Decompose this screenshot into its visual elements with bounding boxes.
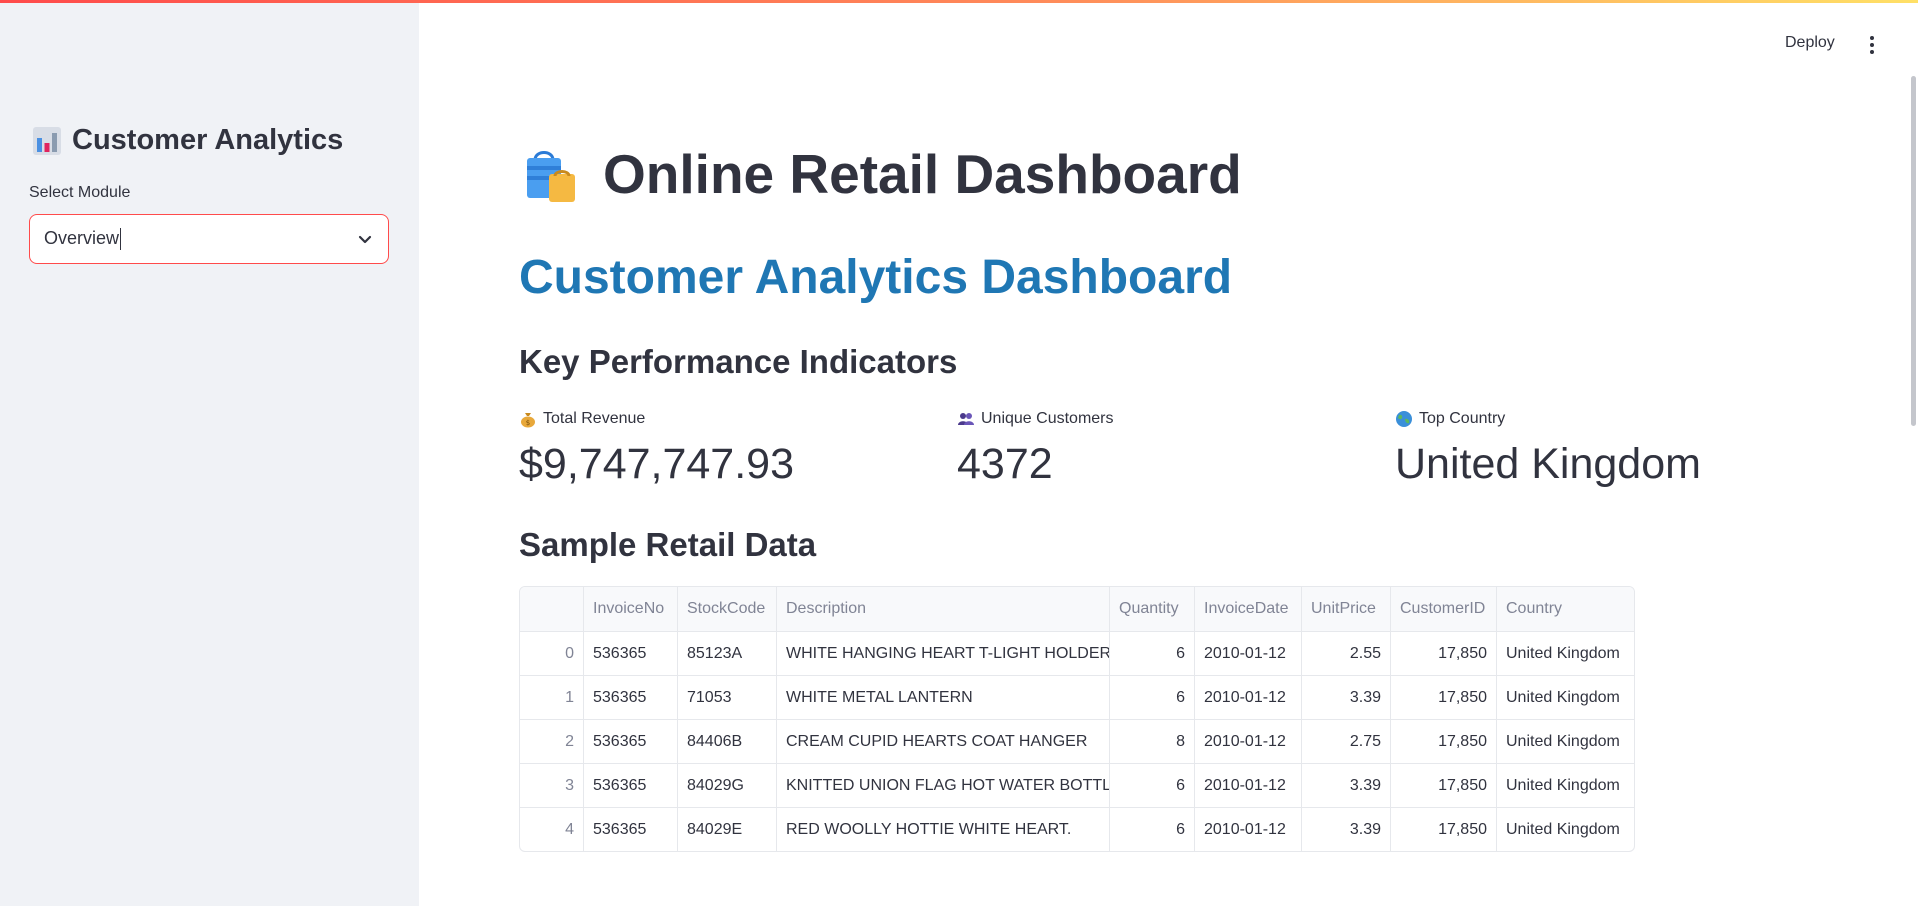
table-cell[interactable]: 3.39: [1301, 676, 1390, 719]
table-cell[interactable]: 8: [1109, 720, 1194, 763]
table-cell[interactable]: WHITE HANGING HEART T-LIGHT HOLDER: [776, 632, 1109, 675]
column-header[interactable]: CustomerID: [1390, 587, 1496, 631]
table-cell[interactable]: United Kingdom: [1496, 632, 1634, 675]
svg-text:$: $: [526, 419, 530, 427]
table-header-row: InvoiceNo StockCode Description Quantity…: [520, 587, 1634, 631]
row-index: 1: [565, 688, 574, 706]
column-header[interactable]: UnitPrice: [1301, 587, 1390, 631]
table-cell[interactable]: 536365: [583, 720, 677, 763]
kpi-heading: Key Performance Indicators: [519, 343, 958, 380]
metric-label: Top Country: [1395, 408, 1701, 430]
sidebar: Customer Analytics Select Module Overvie…: [0, 0, 419, 906]
table-cell[interactable]: KNITTED UNION FLAG HOT WATER BOTTLE: [776, 764, 1109, 807]
row-index: 3: [565, 776, 574, 794]
table-cell[interactable]: 536365: [583, 676, 677, 719]
table-cell[interactable]: CREAM CUPID HEARTS COAT HANGER: [776, 720, 1109, 763]
page-title: Online Retail Dashboard: [519, 142, 1242, 206]
module-select[interactable]: Overview: [29, 214, 389, 264]
metric-total-revenue: $ Total Revenue $9,747,747.93: [519, 408, 794, 489]
table-cell[interactable]: RED WOOLLY HOTTIE WHITE HEART.: [776, 808, 1109, 851]
table-cell[interactable]: 84029G: [677, 764, 776, 807]
table-cell[interactable]: 17,850: [1390, 720, 1496, 763]
table-cell[interactable]: 17,850: [1390, 764, 1496, 807]
metric-top-country: Top Country United Kingdom: [1395, 408, 1701, 489]
table-cell[interactable]: 71053: [677, 676, 776, 719]
table-row[interactable]: 4 536365 84029E RED WOOLLY HOTTIE WHITE …: [520, 807, 1634, 851]
table-cell[interactable]: 536365: [583, 632, 677, 675]
deploy-button[interactable]: Deploy: [1785, 34, 1835, 52]
column-header[interactable]: InvoiceDate: [1194, 587, 1301, 631]
globe-icon: [1396, 411, 1412, 427]
table-cell[interactable]: United Kingdom: [1496, 676, 1634, 719]
dashboard-subtitle: Customer Analytics Dashboard: [519, 251, 1233, 304]
table-cell[interactable]: 3.39: [1301, 808, 1390, 851]
metric-value: 4372: [957, 440, 1053, 488]
column-header[interactable]: Description: [776, 587, 1109, 631]
column-header[interactable]: StockCode: [677, 587, 776, 631]
metric-label: Unique Customers: [957, 408, 1114, 430]
table-cell[interactable]: 6: [1109, 808, 1194, 851]
table-row[interactable]: 0 536365 85123A WHITE HANGING HEART T-LI…: [520, 631, 1634, 675]
money-bag-icon: $: [521, 413, 535, 428]
retail-data-table[interactable]: InvoiceNo StockCode Description Quantity…: [519, 586, 1635, 852]
table-cell[interactable]: 2.75: [1301, 720, 1390, 763]
table-cell[interactable]: 2010-01-12: [1194, 764, 1301, 807]
table-cell[interactable]: 3.39: [1301, 764, 1390, 807]
sidebar-title-text: Customer Analytics: [72, 124, 344, 156]
metric-label: $ Total Revenue: [519, 408, 794, 430]
table-cell[interactable]: 84406B: [677, 720, 776, 763]
table-cell[interactable]: United Kingdom: [1496, 764, 1634, 807]
table-cell[interactable]: 536365: [583, 764, 677, 807]
sidebar-title: Customer Analytics: [32, 124, 343, 157]
metric-value: $9,747,747.93: [519, 440, 794, 488]
page-title-text: Online Retail Dashboard: [603, 143, 1242, 205]
column-header[interactable]: Quantity: [1109, 587, 1194, 631]
table-cell[interactable]: United Kingdom: [1496, 808, 1634, 851]
scrollbar[interactable]: [1911, 76, 1916, 426]
bar-chart-icon: [33, 126, 61, 155]
metric-value: United Kingdom: [1395, 440, 1701, 488]
table-cell[interactable]: United Kingdom: [1496, 720, 1634, 763]
table-cell[interactable]: 2010-01-12: [1194, 720, 1301, 763]
table-cell[interactable]: 85123A: [677, 632, 776, 675]
table-row[interactable]: 3 536365 84029G KNITTED UNION FLAG HOT W…: [520, 763, 1634, 807]
table-cell[interactable]: 17,850: [1390, 676, 1496, 719]
metric-unique-customers: Unique Customers 4372: [957, 408, 1114, 489]
table-cell[interactable]: 2010-01-12: [1194, 808, 1301, 851]
row-index: 2: [565, 732, 574, 750]
table-cell[interactable]: 6: [1109, 632, 1194, 675]
shopping-bags-icon: [527, 151, 575, 202]
table-cell[interactable]: 2010-01-12: [1194, 632, 1301, 675]
column-header[interactable]: Country: [1496, 587, 1634, 631]
table-cell[interactable]: 2.55: [1301, 632, 1390, 675]
people-icon: [958, 413, 974, 425]
row-index: 4: [565, 820, 574, 838]
table-cell[interactable]: 84029E: [677, 808, 776, 851]
sample-data-heading: Sample Retail Data: [519, 526, 817, 563]
row-index: 0: [565, 644, 574, 662]
select-module-label: Select Module: [29, 184, 131, 201]
table-cell[interactable]: 6: [1109, 764, 1194, 807]
table-row[interactable]: 2 536365 84406B CREAM CUPID HEARTS COAT …: [520, 719, 1634, 763]
column-header[interactable]: [520, 587, 583, 631]
table-cell[interactable]: 536365: [583, 808, 677, 851]
table-cell[interactable]: 17,850: [1390, 808, 1496, 851]
column-header[interactable]: InvoiceNo: [583, 587, 677, 631]
module-select-value: Overview: [44, 228, 356, 251]
table-cell[interactable]: 2010-01-12: [1194, 676, 1301, 719]
kebab-menu-icon[interactable]: [1862, 34, 1882, 56]
chevron-down-icon: [358, 235, 372, 244]
table-row[interactable]: 1 536365 71053 WHITE METAL LANTERN 6 201…: [520, 675, 1634, 719]
table-cell[interactable]: WHITE METAL LANTERN: [776, 676, 1109, 719]
table-cell[interactable]: 6: [1109, 676, 1194, 719]
top-decoration-bar: [0, 0, 1918, 3]
table-cell[interactable]: 17,850: [1390, 632, 1496, 675]
